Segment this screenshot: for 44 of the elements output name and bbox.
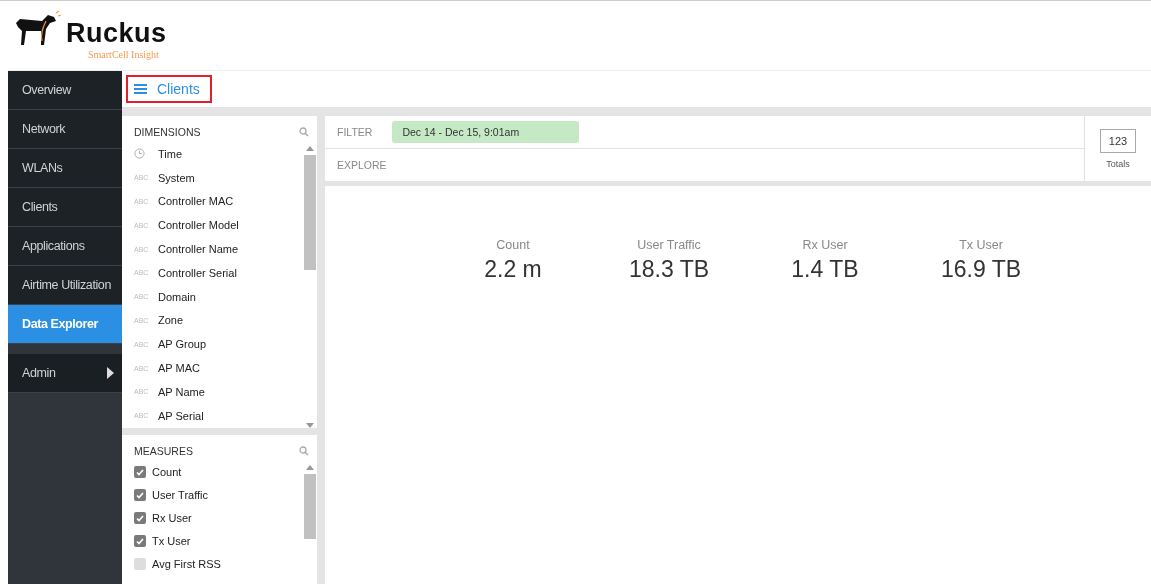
expand-arrow-icon (107, 367, 114, 379)
scroll-up-arrow-icon[interactable] (306, 146, 314, 151)
panel-title: DIMENSIONS (134, 126, 201, 138)
logo-wordmark: Ruckus (66, 20, 167, 47)
measure-item[interactable]: Avg First RSS (122, 552, 303, 576)
metric-value: 16.9 TB (940, 256, 1022, 283)
sidebar-item[interactable]: Clients (8, 188, 122, 227)
scroll-down-arrow-icon[interactable] (306, 422, 314, 428)
metric-value: 2.2 m (484, 256, 542, 283)
menu-icon (134, 84, 147, 94)
checkbox[interactable] (134, 512, 146, 525)
measure-item[interactable]: User Traffic (122, 483, 303, 507)
measure-item[interactable]: Rx User (122, 506, 303, 530)
sidebar-item[interactable]: Applications (8, 227, 122, 266)
totals-label: Totals (1106, 158, 1130, 169)
sidebar-item[interactable]: Airtime Utilization (8, 266, 122, 305)
sidebar-item[interactable]: Network (8, 110, 122, 149)
scroll-up-arrow-icon[interactable] (306, 464, 314, 470)
search-icon[interactable] (299, 445, 309, 456)
clock-icon (134, 148, 145, 160)
metric-label: Tx User (959, 238, 1003, 252)
sidebar-item[interactable]: Overview (8, 71, 122, 110)
search-icon[interactable] (299, 127, 309, 137)
metric-label: Count (496, 238, 530, 252)
checkbox[interactable] (134, 558, 146, 571)
panel-title: MEASURES (134, 444, 193, 457)
checkbox[interactable] (134, 535, 146, 548)
metric-value: 1.4 TB (791, 256, 859, 283)
sidebar-item[interactable]: WLANs (8, 149, 122, 188)
metric-label: User Traffic (637, 238, 701, 252)
measure-item[interactable]: Count (122, 460, 303, 484)
logo-subtitle: SmartCell Insight (88, 49, 160, 60)
sidebar-item[interactable]: Admin (8, 354, 122, 393)
filter-label: FILTER (337, 126, 373, 138)
dimension-item[interactable]: Time (122, 142, 303, 166)
checkbox[interactable] (134, 489, 146, 502)
metric-label: Rx User (802, 238, 848, 252)
checkbox[interactable] (134, 466, 146, 479)
date-filter-chip[interactable]: Dec 14 - Dec 15, 9:01am (392, 121, 580, 143)
clients-breadcrumb-button[interactable]: Clients (126, 75, 212, 103)
explore-label: EXPLORE (337, 159, 387, 171)
totals-button[interactable]: 123 (1099, 128, 1137, 153)
measure-item[interactable]: Tx User (122, 529, 303, 553)
metric-value: 18.3 TB (628, 256, 710, 283)
